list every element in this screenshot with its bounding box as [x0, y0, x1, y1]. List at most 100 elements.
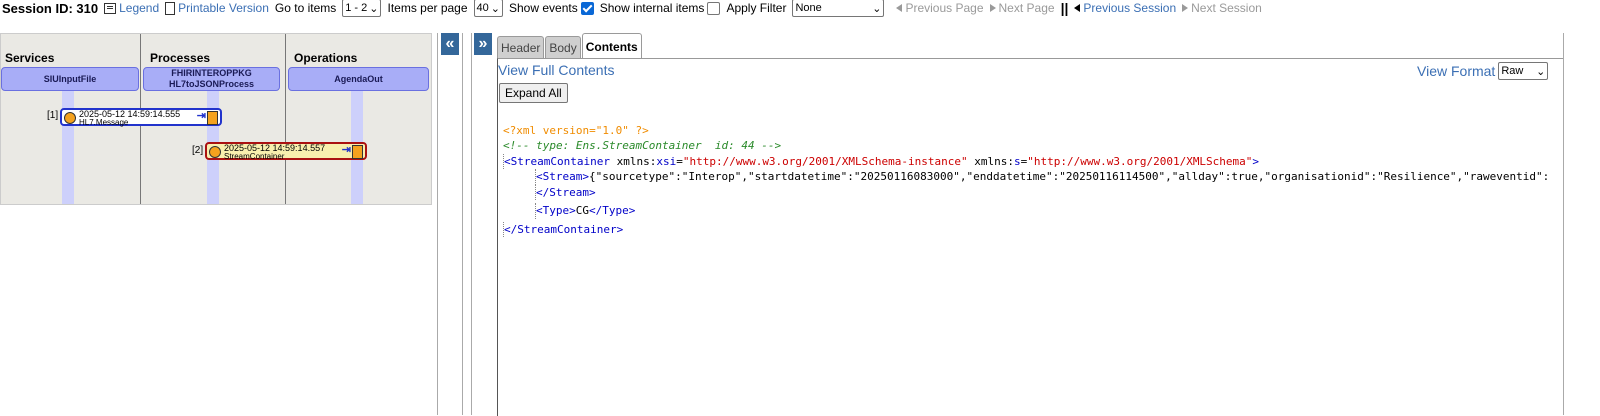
xml-attr-prefix: xmlns:	[974, 154, 1014, 168]
column-title-operations: Operations	[294, 51, 358, 65]
legend-link[interactable]: Legend	[104, 1, 159, 15]
session-id-label: Session ID: 310	[2, 0, 99, 16]
message-type: StreamContainer	[224, 152, 285, 161]
host-siuinputfile[interactable]: SIUInputFile	[1, 67, 139, 91]
toolbar-separator: ||	[1060, 0, 1069, 16]
chevron-down-icon: ⌄	[369, 2, 379, 15]
printable-label: Printable Version	[178, 1, 269, 15]
xml-comment: <!-- type: Ens.StreamContainer id: 44 --…	[503, 139, 782, 152]
message-source-dot	[64, 112, 76, 124]
printable-version-link[interactable]: Printable Version	[165, 1, 269, 15]
show-events-checkbox[interactable]	[580, 2, 594, 16]
xml-root-open[interactable]: <StreamContainer xmlns:xsi="http://www.w…	[503, 153, 1547, 169]
message-source-dot	[209, 146, 221, 158]
xml-attr-name: xsi	[656, 154, 677, 168]
splitter-line	[462, 33, 463, 415]
show-events-label: Show events	[509, 0, 578, 15]
goto-items-label: Go to items	[274, 1, 337, 15]
xml-attr-name: s	[1014, 154, 1021, 168]
xml-attr-value: "http://www.w3.org/2001/XMLSchema-instan…	[682, 154, 968, 168]
items-per-page-label: Items per page	[387, 1, 468, 15]
splitter-line	[471, 33, 472, 415]
host-name: SIUInputFile	[43, 73, 97, 84]
message-type: HL7.Message	[79, 118, 129, 127]
xml-stream-close: </Stream>	[535, 184, 1547, 200]
xml-tag-name: Stream	[542, 170, 583, 183]
tab-body[interactable]: Body	[545, 36, 581, 59]
xml-attr-prefix: xmlns:	[616, 154, 657, 168]
collapse-left-button[interactable]: «	[441, 33, 459, 55]
arrow-head-icon: ⇥	[196, 110, 206, 122]
xml-tag-name: StreamContainer	[517, 222, 617, 236]
message-arrow-2[interactable]: 2025-05-12 14:59:14.557 StreamContainer …	[205, 142, 367, 161]
xml-type-element[interactable]: <Type>CG</Type>	[535, 203, 1547, 219]
next-session-button[interactable]: Next Session	[1182, 1, 1262, 15]
xml-stream-element[interactable]: <Stream>{"sourcetype":"Interop","startda…	[535, 169, 1547, 185]
previous-page-label: Previous Page	[905, 1, 984, 15]
detail-tabs: Header Body Contents	[497, 33, 643, 59]
trace-diagram: Services Processes Operations SIUInputFi…	[0, 33, 432, 205]
previous-page-button[interactable]: Previous Page	[896, 1, 984, 15]
xml-tag-name: StreamContainer	[510, 154, 610, 168]
filter-value: None	[795, 2, 822, 14]
toolbar: Session ID: 310 Legend Printable Version…	[0, 0, 1600, 17]
show-internal-label: Show internal items	[599, 0, 705, 15]
message-index: [1]	[47, 110, 59, 121]
previous-session-label: Previous Session	[1083, 1, 1177, 15]
next-page-label: Next Page	[998, 1, 1055, 15]
panel-right-border	[1563, 33, 1564, 415]
host-name: AgendaOut	[334, 73, 383, 84]
xml-stream-text: {"sourcetype":"Interop","startdatetime":…	[589, 170, 1547, 183]
triangle-right-icon	[989, 4, 996, 12]
column-title-services: Services	[5, 51, 55, 65]
view-format-control: View Format Raw ⌄	[1417, 62, 1549, 80]
show-internal-toggle[interactable]: Show internal items	[599, 0, 721, 16]
show-internal-checkbox[interactable]	[707, 2, 721, 16]
message-target-box	[207, 111, 218, 125]
legend-label: Legend	[119, 1, 160, 15]
tab-header[interactable]: Header	[497, 36, 545, 59]
xml-attr-value: "http://www.w3.org/2001/XMLSchema"	[1027, 154, 1253, 168]
host-package: FHIRINTEROPPKG	[171, 68, 252, 78]
filter-select[interactable]: None ⌄	[792, 0, 885, 17]
column-divider	[285, 34, 286, 204]
items-per-page-value: 40	[476, 2, 489, 14]
view-format-label: View Format	[1417, 63, 1496, 79]
view-full-contents-link[interactable]: View Full Contents	[498, 62, 614, 78]
xml-viewer: <?xml version="1.0" ?> <!-- type: Ens.Str…	[503, 107, 1547, 253]
legend-icon	[104, 2, 117, 14]
view-format-value: Raw	[1501, 65, 1524, 77]
items-per-page-select[interactable]: 40 ⌄	[473, 0, 503, 17]
xml-type-text: CG	[575, 204, 589, 217]
chevron-down-icon: ⌄	[490, 2, 500, 15]
xml-tag-name: Type	[602, 204, 629, 217]
xml-root-close: </StreamContainer>	[503, 221, 1547, 237]
triangle-right-icon	[1182, 4, 1189, 12]
message-arrow-1[interactable]: 2025-05-12 14:59:14.555 HL7.Message ⇥	[60, 108, 222, 127]
goto-items-value: 1 - 2	[345, 2, 368, 14]
column-title-processes: Processes	[150, 51, 211, 65]
host-agendaout[interactable]: AgendaOut	[288, 67, 429, 91]
xml-tag-name: Type	[542, 204, 570, 217]
next-page-button[interactable]: Next Page	[989, 1, 1055, 15]
view-format-select[interactable]: Raw ⌄	[1498, 62, 1549, 80]
apply-filter-label: Apply Filter	[726, 1, 787, 15]
tab-contents[interactable]: Contents	[581, 33, 642, 59]
expand-right-button[interactable]: »	[474, 33, 492, 55]
previous-session-button[interactable]: Previous Session	[1074, 1, 1176, 15]
host-hl7tojsonprocess[interactable]: FHIRINTEROPPKG HL7toJSONProcess	[143, 67, 280, 91]
message-index: [2]	[192, 145, 204, 156]
expand-all-button[interactable]: Expand All	[499, 83, 568, 103]
chevron-down-icon: ⌄	[872, 2, 882, 15]
host-name: HL7toJSONProcess	[168, 79, 255, 89]
page-icon	[165, 1, 176, 15]
show-events-toggle[interactable]: Show events	[509, 0, 594, 16]
chevron-down-icon: ⌄	[1536, 65, 1546, 78]
triangle-left-icon	[1074, 4, 1081, 12]
xml-declaration: <?xml version="1.0" ?>	[503, 123, 649, 137]
arrow-head-icon: ⇥	[341, 144, 351, 156]
next-session-label: Next Session	[1191, 1, 1262, 15]
message-target-box	[352, 145, 363, 159]
splitter-line	[437, 33, 438, 415]
goto-items-select[interactable]: 1 - 2 ⌄	[342, 0, 382, 17]
